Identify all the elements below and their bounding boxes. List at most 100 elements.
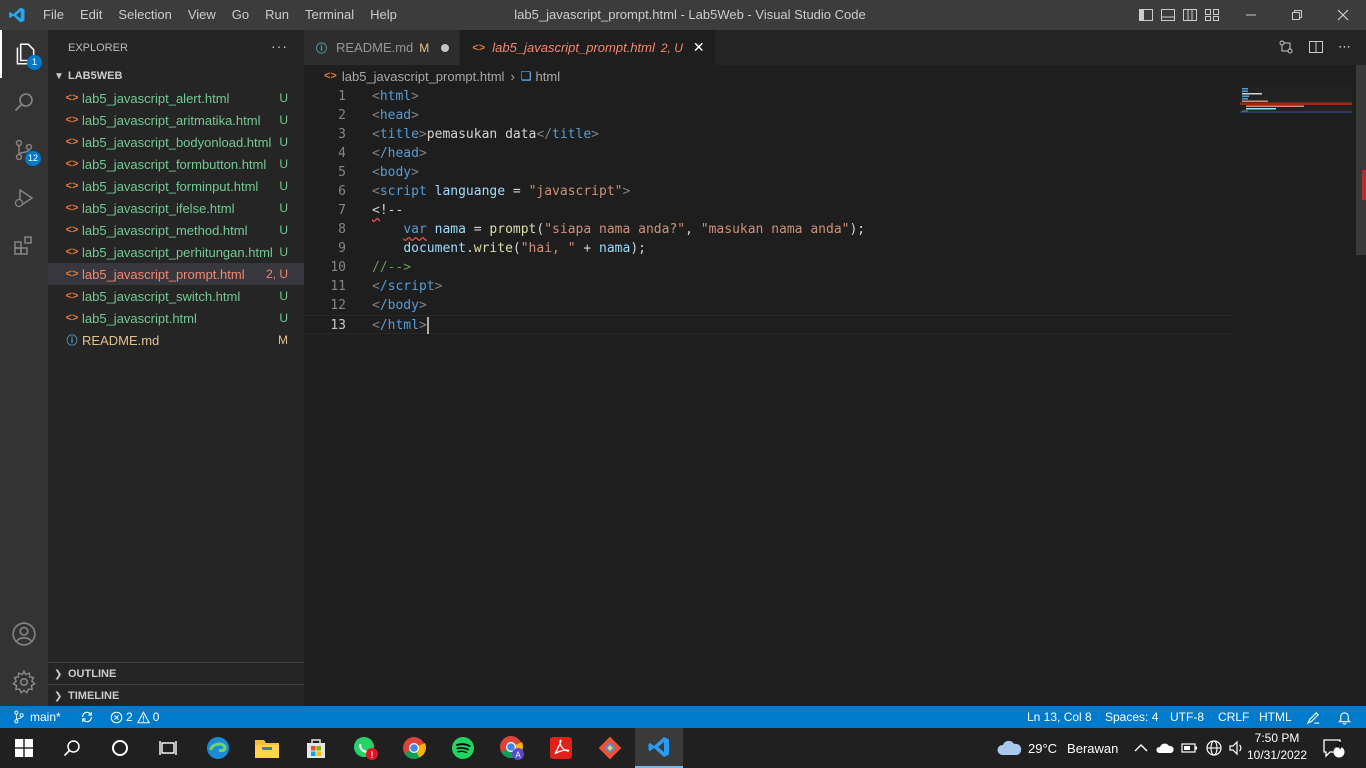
cursor-position[interactable]: Ln 13, Col 8 — [1027, 706, 1092, 728]
taskbar-edge[interactable] — [194, 728, 242, 768]
toggle-panel-icon[interactable] — [1160, 7, 1176, 23]
menu-view[interactable]: View — [180, 0, 224, 30]
activity-extensions[interactable] — [0, 222, 48, 270]
activity-manage[interactable] — [0, 658, 48, 706]
customize-layout-icon[interactable] — [1204, 7, 1220, 23]
tab-prompt-html[interactable]: <> lab5_javascript_prompt.html 2, U ✕ — [460, 30, 716, 65]
taskbar-spotify[interactable] — [439, 728, 487, 768]
menu-go[interactable]: Go — [224, 0, 257, 30]
volume-tray[interactable] — [1228, 728, 1246, 768]
taskbar-vscode[interactable] — [635, 728, 683, 768]
code-text: </head> — [372, 146, 427, 161]
breadcrumb-symbol[interactable]: html — [536, 69, 561, 84]
vscode-logo-icon[interactable] — [8, 6, 26, 24]
activity-source-control[interactable]: 12 — [0, 126, 48, 174]
more-actions-icon[interactable]: ⋯ — [1338, 39, 1354, 55]
file-item[interactable]: <> lab5_javascript_forminput.html U — [48, 175, 304, 197]
encoding[interactable]: UTF-8 — [1170, 706, 1204, 728]
file-item[interactable]: <> lab5_javascript_alert.html U — [48, 87, 304, 109]
minimize-button[interactable] — [1228, 0, 1274, 30]
minimap[interactable] — [1240, 87, 1352, 127]
line-number: 8 — [338, 222, 346, 237]
activity-accounts[interactable] — [0, 610, 48, 658]
taskbar-chrome[interactable] — [390, 728, 438, 768]
taskbar-acrobat[interactable] — [537, 728, 585, 768]
open-changes-icon[interactable] — [1278, 39, 1294, 55]
action-center-button[interactable]: 4 — [1322, 728, 1346, 768]
activity-explorer[interactable]: 1 — [0, 30, 48, 78]
taskbar-git-app[interactable] — [586, 728, 634, 768]
menu-terminal[interactable]: Terminal — [297, 0, 362, 30]
task-view-button[interactable] — [144, 728, 192, 768]
line-ending[interactable]: CRLF — [1218, 706, 1249, 728]
taskbar-file-explorer[interactable] — [243, 728, 291, 768]
file-item[interactable]: <> lab5_javascript_formbutton.html U — [48, 153, 304, 175]
file-item[interactable]: <> lab5_javascript_aritmatika.html U — [48, 109, 304, 131]
menu-run[interactable]: Run — [257, 0, 297, 30]
indentation[interactable]: Spaces: 4 — [1105, 706, 1158, 728]
menu-selection[interactable]: Selection — [110, 0, 179, 30]
taskbar-chrome-profile[interactable]: A — [488, 728, 536, 768]
outline-section[interactable]: ❯ OUTLINE — [48, 662, 304, 685]
file-item[interactable]: <> lab5_javascript_ifelse.html U — [48, 197, 304, 219]
code-editor[interactable]: 1 <html> 2 <head> 3 <title>pemasukan dat… — [304, 87, 1366, 706]
feedback-button[interactable] — [1306, 706, 1321, 728]
taskbar-search-button[interactable] — [48, 728, 96, 768]
file-name: lab5_javascript_alert.html — [82, 90, 230, 106]
tab-status: M — [419, 40, 430, 55]
file-item[interactable]: <> lab5_javascript_bodyonload.html U — [48, 131, 304, 153]
editor-scrollbar[interactable] — [1356, 65, 1366, 706]
menu-file[interactable]: File — [35, 0, 72, 30]
file-item[interactable]: <> lab5_javascript_switch.html U — [48, 285, 304, 307]
explorer-more-actions-button[interactable]: ··· — [271, 38, 288, 54]
code-line: 1 <html> — [304, 87, 1234, 106]
problems-indicator[interactable]: 2 0 — [110, 706, 159, 728]
folder-header[interactable]: ▼ LAB5WEB — [48, 65, 304, 87]
file-item[interactable]: <> lab5_javascript_perhitungan.html U — [48, 241, 304, 263]
file-item[interactable]: <> lab5_javascript.html U — [48, 307, 304, 329]
file-item-active[interactable]: <> lab5_javascript_prompt.html 2, U — [48, 263, 304, 285]
taskbar-store[interactable] — [292, 728, 340, 768]
language-mode[interactable]: HTML — [1259, 706, 1292, 728]
network-tray[interactable] — [1205, 728, 1223, 768]
notifications-button[interactable] — [1337, 706, 1352, 728]
sync-button[interactable] — [80, 706, 94, 728]
toggle-secondary-sidebar-icon[interactable] — [1182, 7, 1198, 23]
menu-edit[interactable]: Edit — [72, 0, 110, 30]
close-window-button[interactable] — [1320, 0, 1366, 30]
folder-name: LAB5WEB — [68, 70, 123, 82]
start-button[interactable] — [0, 728, 48, 768]
menu-help[interactable]: Help — [362, 0, 405, 30]
account-icon — [12, 622, 36, 646]
show-hidden-icons-button[interactable] — [1134, 728, 1148, 768]
weather-widget[interactable]: 29°C Berawan — [996, 728, 1118, 768]
cortana-button[interactable] — [96, 728, 144, 768]
branch-name: main* — [30, 710, 61, 724]
timeline-section[interactable]: ❯ TIMELINE — [48, 684, 304, 707]
code-text: //--> — [372, 260, 412, 275]
activity-run-debug[interactable] — [0, 174, 48, 222]
split-editor-icon[interactable] — [1308, 39, 1324, 55]
html-file-icon: <> — [65, 136, 79, 148]
taskbar-whatsapp[interactable]: ! — [341, 728, 389, 768]
toggle-primary-sidebar-icon[interactable] — [1138, 7, 1154, 23]
file-name: lab5_javascript.html — [82, 310, 197, 326]
editor-tabs: ⓘ README.md M <> lab5_javascript_prompt.… — [304, 30, 1366, 65]
file-item[interactable]: <> lab5_javascript_method.html U — [48, 219, 304, 241]
unsaved-dot-icon[interactable] — [441, 43, 450, 52]
branch-indicator[interactable]: main* — [12, 706, 61, 728]
acrobat-pdf-icon — [550, 737, 572, 759]
breadcrumb-file[interactable]: lab5_javascript_prompt.html — [342, 69, 505, 84]
activity-search[interactable] — [0, 78, 48, 126]
tab-readme[interactable]: ⓘ README.md M — [304, 30, 461, 65]
close-tab-icon[interactable]: ✕ — [693, 39, 705, 56]
git-status: U — [279, 113, 288, 127]
chevron-right-icon: › — [510, 68, 515, 84]
scrollbar-thumb[interactable] — [1356, 65, 1366, 255]
code-text: <html> — [372, 89, 419, 104]
onedrive-tray[interactable] — [1156, 728, 1174, 768]
file-item[interactable]: ⓘ README.md M — [48, 329, 304, 351]
battery-tray[interactable] — [1181, 728, 1199, 768]
system-clock[interactable]: 7:50 PM 10/31/2022 — [1246, 730, 1308, 764]
restore-button[interactable] — [1274, 0, 1320, 30]
